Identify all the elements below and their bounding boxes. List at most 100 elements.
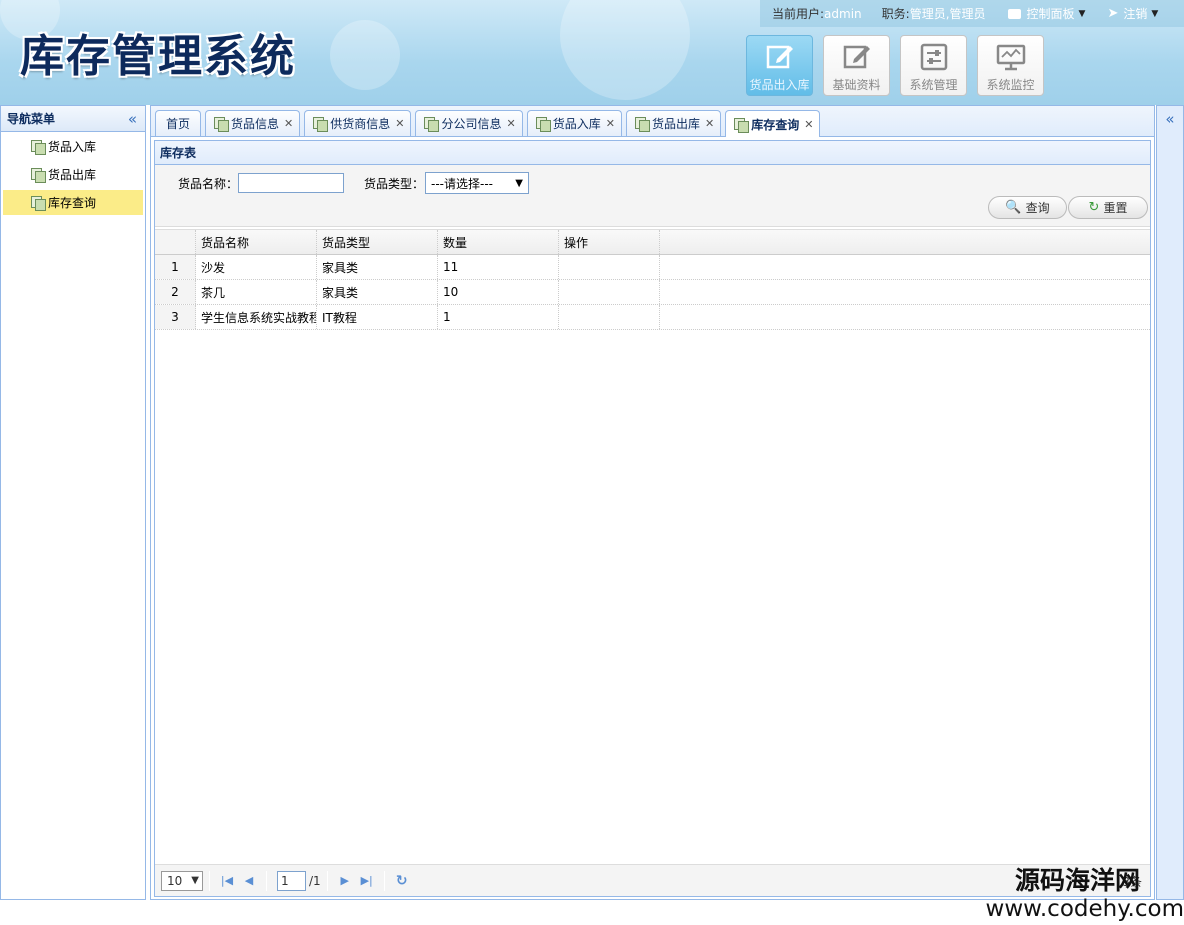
column-header-name[interactable]: 货品名称 <box>196 230 317 254</box>
user-role: 职务:管理员,管理员 <box>882 5 986 22</box>
collapse-left-icon[interactable]: « <box>128 110 137 128</box>
module-label: 货品出入库 <box>749 78 810 92</box>
refresh-icon: ↻ <box>1088 200 1100 215</box>
nav-item-goods-in[interactable]: 货品入库 <box>3 134 143 159</box>
column-header-operation[interactable]: 操作 <box>559 230 660 254</box>
stock-grid: 货品名称 货品类型 数量 操作 1 沙发 家具类 11 2 茶几 家具类 10 … <box>155 229 1150 330</box>
main-content: 首页 货品信息 ✕ 供货商信息 ✕ 分公司信息 ✕ 货品入库 ✕ 货品出库 ✕ <box>150 105 1155 900</box>
module-goods-inout[interactable]: 货品出入库 <box>746 35 813 96</box>
tab-goods-out[interactable]: 货品出库 ✕ <box>625 110 722 136</box>
row-number: 1 <box>155 255 196 279</box>
cell-operation <box>559 255 660 279</box>
column-header-quantity[interactable]: 数量 <box>438 230 559 254</box>
navigation-panel-header: 导航菜单 « <box>1 106 145 132</box>
control-panel-label: 控制面板 <box>1026 7 1075 21</box>
query-button[interactable]: 🔍 查询 <box>988 196 1067 219</box>
document-icon <box>31 168 46 183</box>
user-role-label: 职务: <box>881 7 910 21</box>
panel-title: 库存表 <box>155 141 1150 165</box>
cell-quantity: 11 <box>438 255 559 279</box>
close-icon[interactable]: ✕ <box>507 117 516 130</box>
cell-quantity: 1 <box>438 305 559 329</box>
tab-label: 库存查询 <box>751 117 800 132</box>
watermark-line2: www.codehy.com <box>985 896 1184 922</box>
document-icon <box>734 117 750 133</box>
prev-page-icon[interactable]: ◀ <box>238 874 260 887</box>
header: 库存管理系统 当前用户:admin 职务:管理员,管理员 控制面板 ▼ ➤ 注销… <box>0 0 1184 105</box>
tab-bar: 首页 货品信息 ✕ 供货商信息 ✕ 分公司信息 ✕ 货品入库 ✕ 货品出库 ✕ <box>151 106 1154 137</box>
monitor-icon <box>996 44 1025 71</box>
caret-down-icon: ▼ <box>191 875 199 886</box>
nav-item-stock-query[interactable]: 库存查询 <box>3 190 143 215</box>
edit-icon <box>843 45 870 69</box>
reset-button[interactable]: ↻ 重置 <box>1068 196 1148 219</box>
module-label: 基础资料 <box>832 78 881 92</box>
cell-name: 茶几 <box>196 280 317 304</box>
cell-name: 学生信息系统实战教程 <box>196 305 317 329</box>
last-page-icon[interactable]: ▶| <box>356 874 378 887</box>
tab-supplier-info[interactable]: 供货商信息 ✕ <box>304 110 412 136</box>
query-button-label: 查询 <box>1025 201 1050 215</box>
current-page-input[interactable]: 1 <box>277 870 306 891</box>
right-collapsed-panel[interactable]: « <box>1156 105 1184 900</box>
next-page-icon[interactable]: ▶ <box>334 874 356 887</box>
goods-name-input[interactable] <box>238 173 344 193</box>
document-icon <box>424 117 440 132</box>
nav-item-goods-out[interactable]: 货品出库 <box>3 162 143 187</box>
folder-icon <box>1007 8 1021 19</box>
expand-right-icon[interactable]: « <box>1165 110 1174 899</box>
app-logo: 库存管理系统 <box>20 31 296 82</box>
document-icon <box>31 140 46 155</box>
table-row[interactable]: 3 学生信息系统实战教程 IT教程 1 <box>155 305 1150 330</box>
row-number-header <box>155 230 196 254</box>
tab-goods-info[interactable]: 货品信息 ✕ <box>205 110 301 136</box>
page-size-select[interactable]: 10 ▼ <box>161 870 203 891</box>
tab-home[interactable]: 首页 <box>155 110 202 136</box>
pager-separator <box>266 870 267 891</box>
goods-name-label: 货品名称： <box>178 177 239 191</box>
table-row[interactable]: 1 沙发 家具类 11 <box>155 255 1150 280</box>
header-decoration <box>560 0 690 100</box>
close-icon[interactable]: ✕ <box>284 117 293 130</box>
send-icon: ➤ <box>1107 6 1119 21</box>
module-system-monitor[interactable]: 系统监控 <box>977 35 1044 96</box>
tab-label: 货品出库 <box>651 117 700 131</box>
first-page-icon[interactable]: |◀ <box>216 874 238 887</box>
pager-separator <box>326 870 328 891</box>
refresh-icon[interactable]: ↻ <box>391 873 413 889</box>
close-icon[interactable]: ✕ <box>705 117 714 130</box>
tab-goods-in[interactable]: 货品入库 ✕ <box>526 110 622 136</box>
logout-label: 注销 <box>1123 7 1148 21</box>
column-header-type[interactable]: 货品类型 <box>317 230 438 254</box>
table-row[interactable]: 2 茶几 家具类 10 <box>155 280 1150 305</box>
module-basic-data[interactable]: 基础资料 <box>823 35 890 96</box>
module-switcher: 货品出入库 基础资料 系统管理 系统监控 <box>746 35 1044 96</box>
caret-down-icon: ▼ <box>515 177 523 189</box>
caret-down-icon: ▼ <box>1078 8 1086 19</box>
header-decoration <box>330 20 400 90</box>
top-user-bar: 当前用户:admin 职务:管理员,管理员 控制面板 ▼ ➤ 注销 ▼ <box>760 0 1184 27</box>
logout-menu[interactable]: ➤ 注销 ▼ <box>1107 5 1158 22</box>
user-role-value: 管理员,管理员 <box>909 7 986 21</box>
goods-type-select[interactable]: ---请选择--- ▼ <box>425 172 529 194</box>
close-icon[interactable]: ✕ <box>606 117 615 130</box>
control-panel-menu[interactable]: 控制面板 ▼ <box>1007 5 1086 22</box>
caret-down-icon: ▼ <box>1151 8 1159 19</box>
cell-type: 家具类 <box>317 255 438 279</box>
document-icon <box>535 117 551 132</box>
close-icon[interactable]: ✕ <box>804 118 813 131</box>
nav-item-label: 货品出库 <box>48 168 97 182</box>
settings-sliders-icon <box>920 43 947 71</box>
tab-stock-query[interactable]: 库存查询 ✕ <box>725 110 821 137</box>
current-user: 当前用户:admin <box>772 5 862 22</box>
document-icon <box>214 117 230 132</box>
close-icon[interactable]: ✕ <box>395 117 404 130</box>
tab-branch-info[interactable]: 分公司信息 ✕ <box>415 110 523 136</box>
navigation-panel: 导航菜单 « 货品入库 货品出库 库存查询 <box>0 105 146 900</box>
cell-type: IT教程 <box>317 305 438 329</box>
grid-header: 货品名称 货品类型 数量 操作 <box>155 229 1150 255</box>
module-system-management[interactable]: 系统管理 <box>900 35 967 96</box>
stock-panel: 库存表 货品名称： 货品类型： ---请选择--- ▼ 🔍 查询 ↻ 重置 货品… <box>154 140 1151 897</box>
watermark-line1: 源码海洋网 <box>1014 866 1140 895</box>
tab-label: 首页 <box>166 117 191 131</box>
